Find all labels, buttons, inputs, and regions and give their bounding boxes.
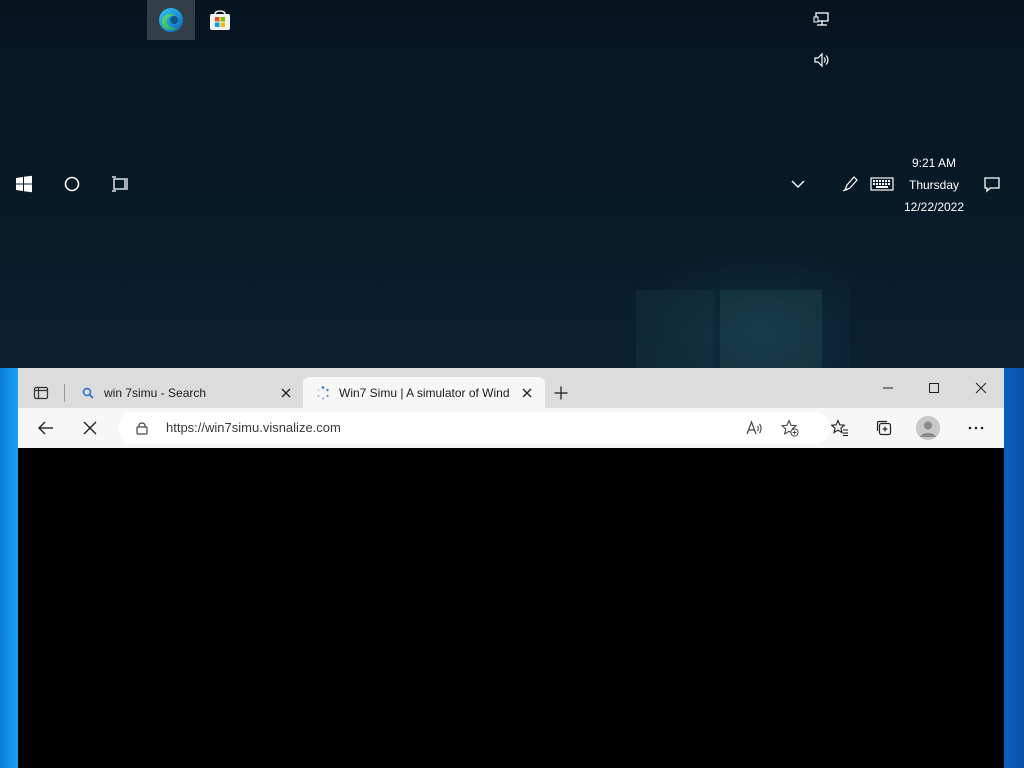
action-center-icon [984,177,1000,193]
tab-strip: win 7simu - Search Win7 Simu | A simulat… [18,368,1004,408]
url-text[interactable]: https://win7simu.visnalize.com [166,412,341,444]
desktop: 9:21 AM Thursday 12/22/2022 [0,0,1024,368]
settings-more-button[interactable] [960,413,992,443]
add-favorite-button[interactable] [778,416,802,440]
back-arrow-icon [38,421,53,435]
network-button[interactable] [812,10,832,30]
windows-logo-icon [16,175,32,193]
search-icon [80,385,96,401]
close-icon [522,388,532,397]
maximize-icon [929,383,939,393]
maximize-button[interactable] [911,372,957,404]
volume-button[interactable] [812,50,832,70]
close-window-button[interactable] [958,372,1004,404]
stop-loading-button[interactable] [74,413,106,443]
lock-icon[interactable] [134,420,150,436]
collections-button[interactable] [868,413,900,443]
address-bar[interactable]: https://win7simu.visnalize.com [118,412,830,444]
stop-x-icon [83,421,97,435]
taskbar [0,164,1024,204]
pen-icon [842,176,858,192]
show-hidden-icons-button[interactable] [774,164,822,204]
task-view-button[interactable] [96,164,144,204]
back-button[interactable] [30,413,62,443]
edge-icon [159,8,183,32]
collections-icon [876,420,892,436]
chevron-up-icon [791,180,805,188]
store-icon [210,10,230,30]
network-icon [813,12,829,26]
tab-title: win 7simu - Search [104,385,207,400]
page-content-viewport[interactable] [18,448,1004,768]
window-left-strip [0,368,18,768]
tab-separator [64,384,65,402]
window-right-strip [1004,368,1024,768]
tab-actions-icon [33,386,49,400]
task-view-icon [112,176,128,192]
more-dots-icon [968,426,984,430]
tab-actions-button[interactable] [28,380,54,406]
read-aloud-button[interactable] [742,416,766,440]
wallpaper-pane [636,290,714,368]
tab-win7simu[interactable]: Win7 Simu | A simulator of Wind [303,377,545,408]
clock-time: 9:21 AM [911,156,957,170]
browser-toolbar: https://win7simu.visnalize.com [18,408,1004,448]
clock-date: 12/22/2022 [903,200,965,214]
loading-spinner-icon [315,385,331,401]
volume-icon [814,52,829,68]
action-center-button[interactable] [968,164,1016,204]
edge-browser-window: win 7simu - Search Win7 Simu | A simulat… [18,368,1004,768]
minimize-button[interactable] [865,372,911,404]
cortana-circle-icon [64,176,80,192]
taskbar-app-edge[interactable] [147,0,195,40]
plus-icon [554,386,568,400]
wallpaper-pane [720,290,822,368]
start-button[interactable] [0,164,48,204]
tab-title: Win7 Simu | A simulator of Wind [339,385,510,400]
tab-search[interactable]: win 7simu - Search [68,377,304,408]
clock-day: Thursday [908,178,960,192]
favorites-icon [831,419,848,437]
taskbar-app-store[interactable] [196,0,244,40]
new-tab-button[interactable] [548,380,574,406]
favorites-button[interactable] [824,413,856,443]
profile-avatar-icon[interactable] [916,416,940,440]
taskbar-clock[interactable]: 9:21 AM Thursday 12/22/2022 [898,152,970,218]
cortana-button[interactable] [48,164,96,204]
add-favorite-icon [781,419,799,437]
minimize-icon [883,387,893,389]
tab-close-button[interactable] [274,381,298,405]
tab-close-button[interactable] [515,381,539,405]
read-aloud-icon [746,420,762,435]
touch-keyboard-icon [870,177,894,191]
close-icon [975,382,987,394]
close-icon [281,388,291,397]
